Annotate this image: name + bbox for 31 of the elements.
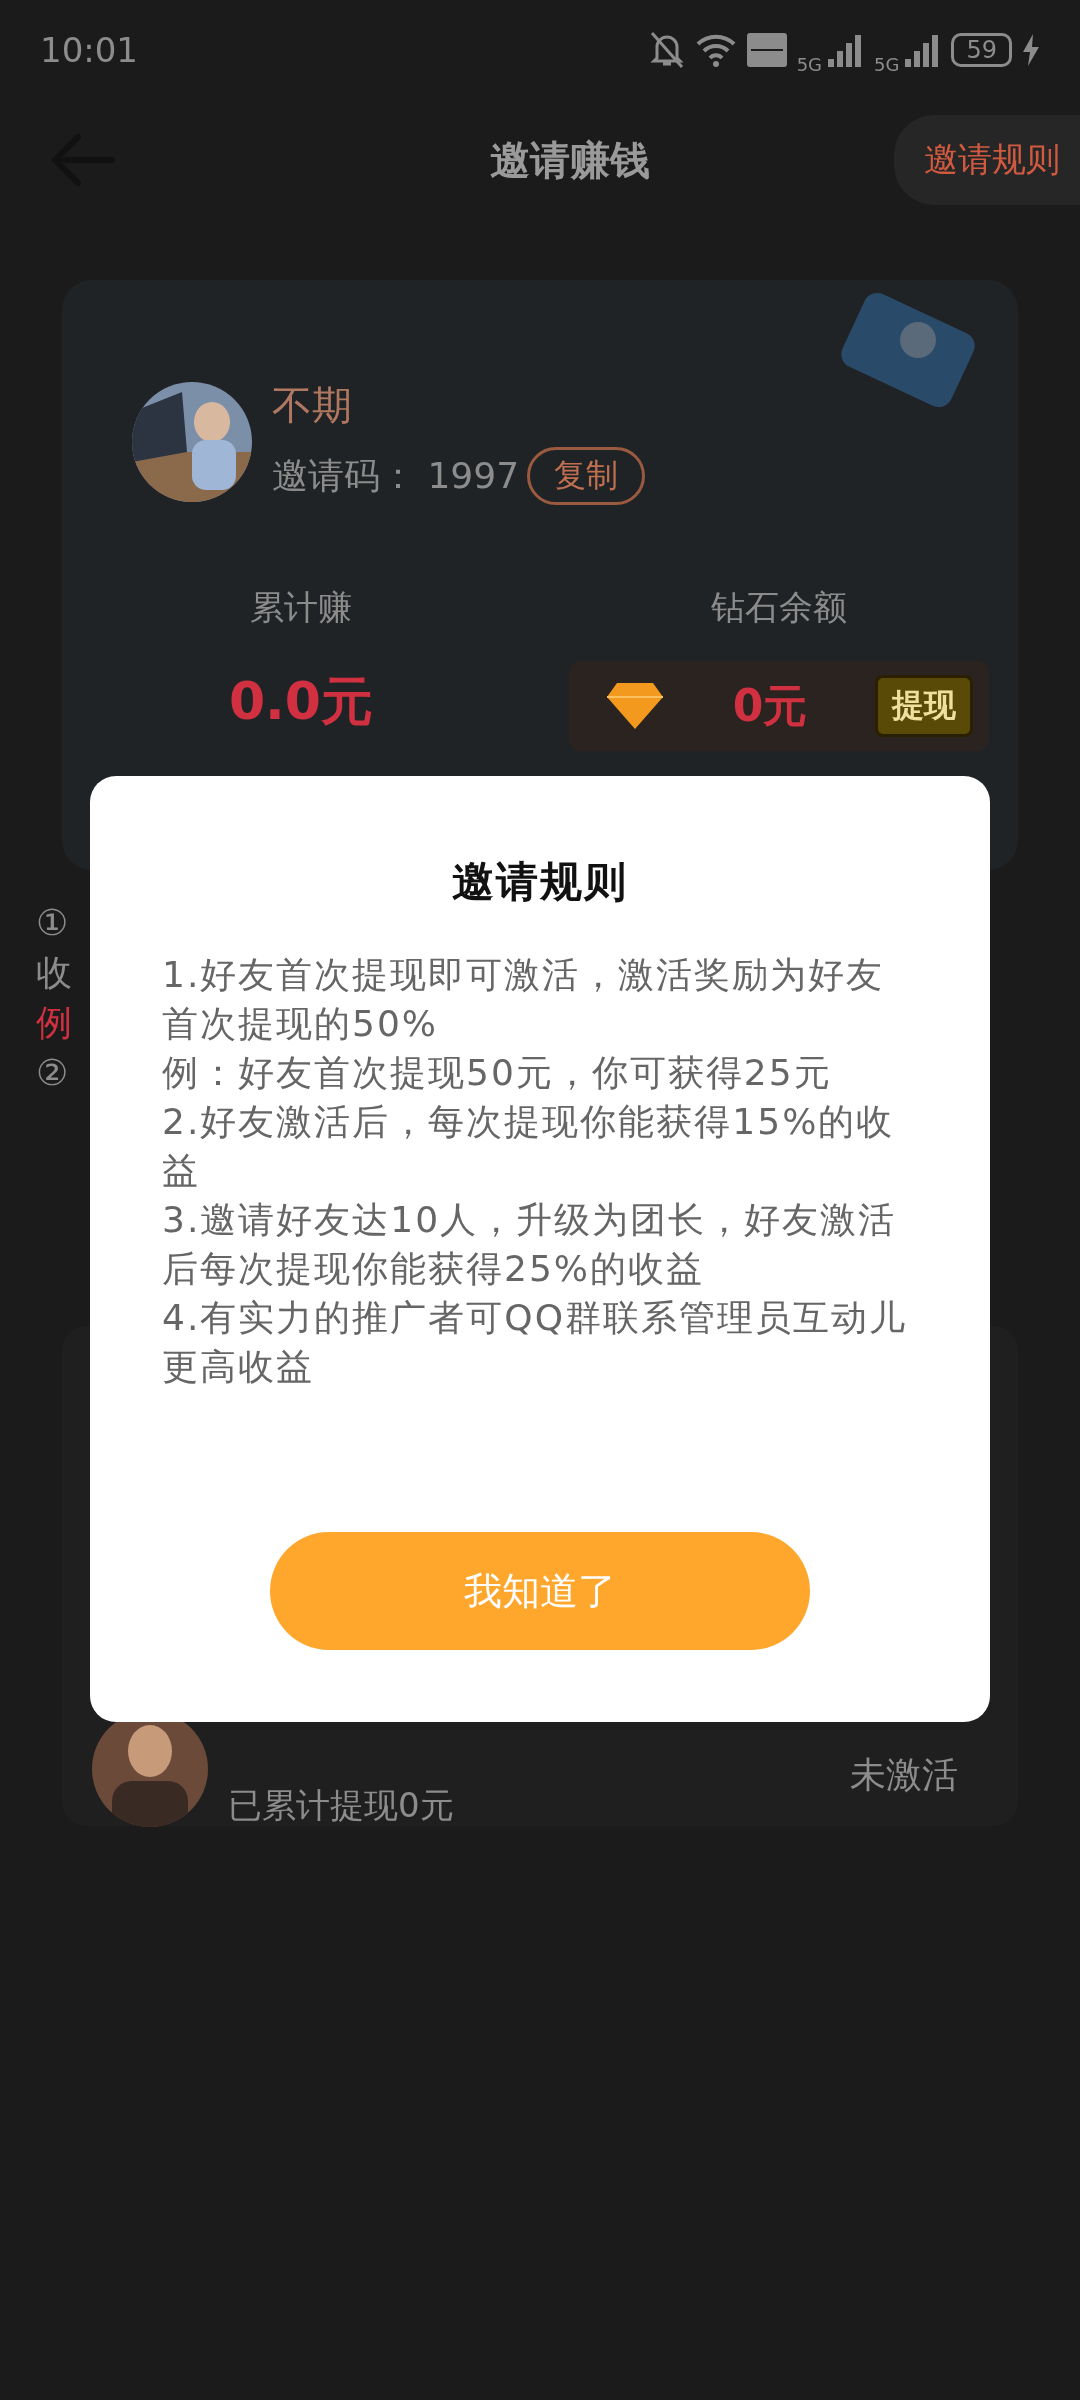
status-time: 10:01: [40, 30, 138, 70]
rule-text: 例：好友首次提现50元，你可获得25元: [162, 1051, 833, 1095]
invite-code: 邀请码： 1997: [272, 453, 520, 498]
network-label: 5G: [874, 53, 900, 75]
note-text: 收: [36, 951, 72, 995]
diamond-icon: [605, 681, 665, 731]
friend-status: 未激活: [850, 1753, 958, 1797]
note-text: 例: [36, 1001, 72, 1045]
rules-link[interactable]: 邀请规则: [894, 115, 1080, 205]
page-title: 邀请赚钱: [490, 135, 650, 185]
stat-value: 0.0元: [228, 670, 374, 733]
wifi-icon: [694, 32, 737, 68]
rule-text: 1.好友首次提现即可激活，激活奖励为好友首次提现的50%: [162, 953, 886, 1046]
charging-icon: [1022, 34, 1040, 66]
note-text: ②: [36, 1051, 69, 1095]
note-text: ①: [36, 901, 69, 945]
hd-icon: [746, 33, 787, 67]
dialog-title: 邀请规则: [452, 856, 628, 908]
rule-text: 3.邀请好友达10人，升级为团长，好友激活后每次提现你能获得25%的收益: [162, 1198, 898, 1291]
bell-off-icon: [648, 30, 685, 70]
user-name: 不期: [272, 381, 353, 430]
copy-button[interactable]: 复制: [527, 447, 646, 505]
battery-level: 59: [951, 33, 1012, 67]
stat-value: 0元: [732, 678, 808, 733]
rule-text: 2.好友激活后，每次提现你能获得15%的收益: [162, 1100, 896, 1193]
stat-label: 累计赚: [250, 586, 352, 629]
withdrawn-total: 已累计提现0元: [228, 1784, 454, 1827]
rule-text: 4.有实力的推广者可QQ群联系管理员互动儿更高收益: [162, 1296, 909, 1389]
stat-label: 钻石余额: [711, 586, 847, 629]
network-label: 5G: [796, 53, 823, 75]
withdraw-button[interactable]: 提现: [875, 675, 973, 737]
